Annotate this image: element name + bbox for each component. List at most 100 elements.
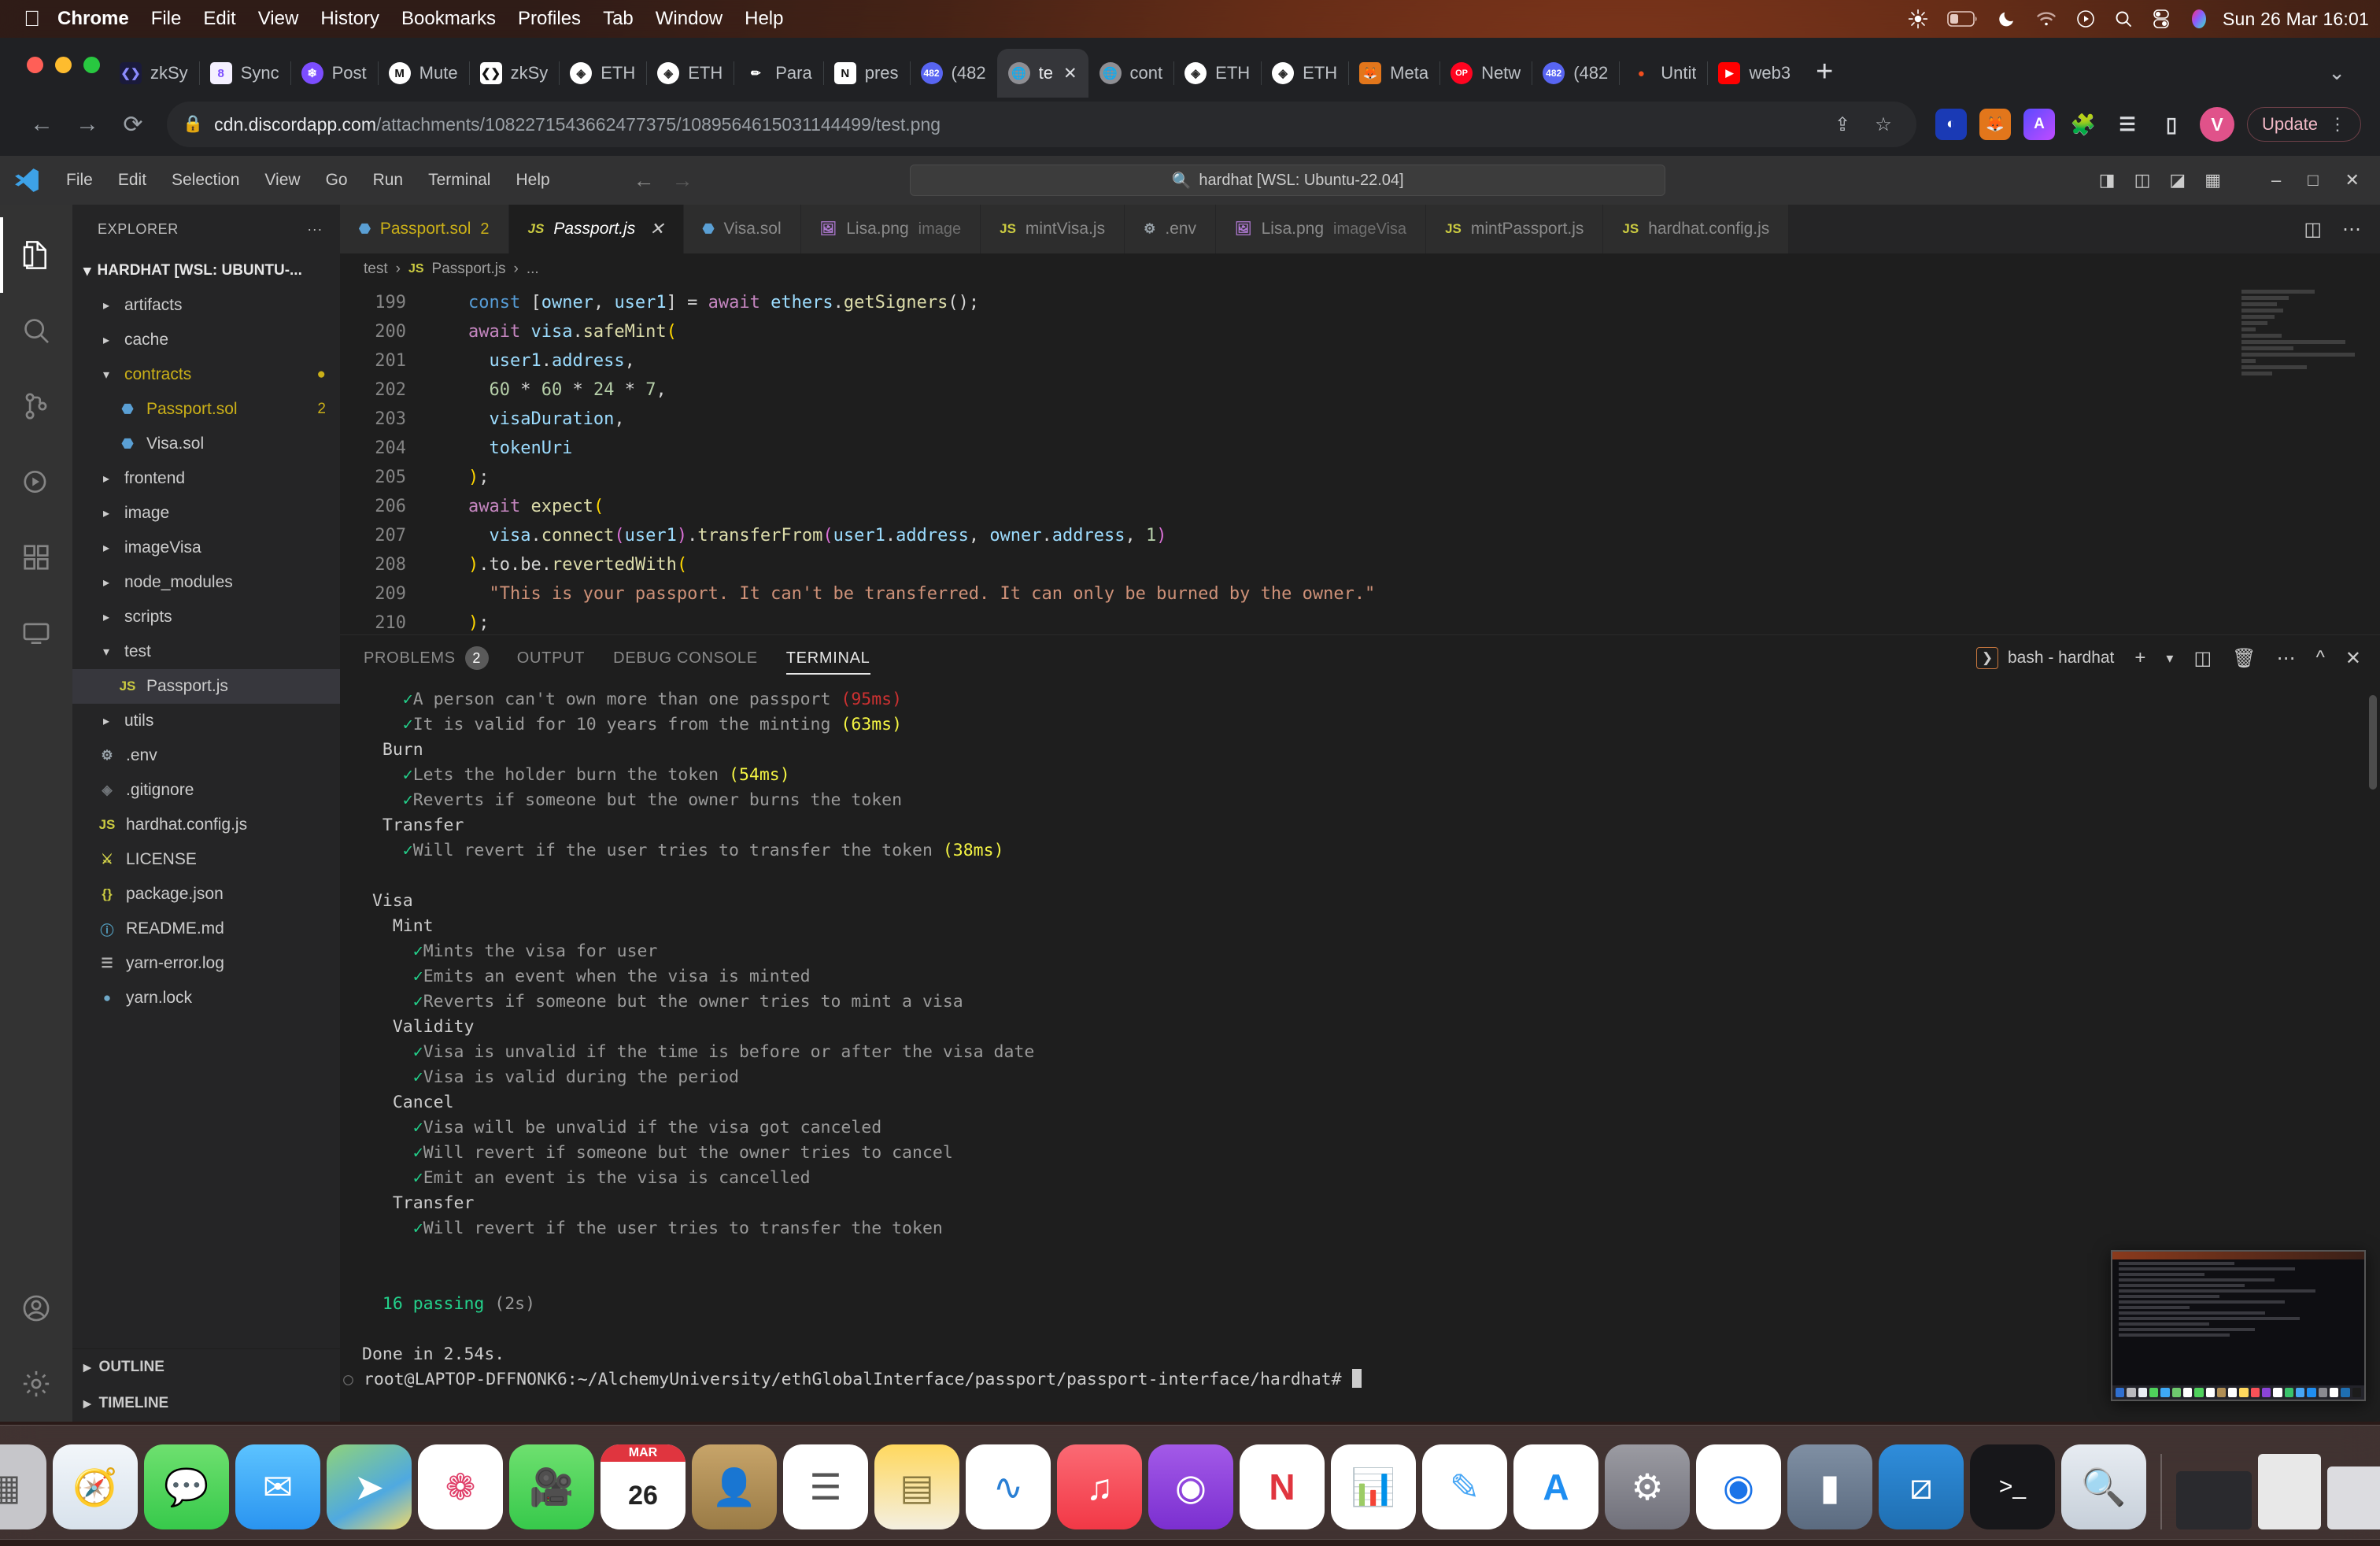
section-outline[interactable]: ▸ OUTLINE	[72, 1349, 340, 1385]
maximize-window-button[interactable]	[83, 57, 100, 73]
sidebar-item-accounts[interactable]	[0, 1270, 72, 1346]
chevron-right-icon[interactable]: ▸	[83, 1359, 91, 1377]
vs-menu-go[interactable]: Go	[313, 171, 360, 190]
dock-file-dark[interactable]	[2176, 1471, 2252, 1529]
bookmark-star-icon[interactable]: ☆	[1866, 107, 1901, 142]
breadcrumb-folder[interactable]: test	[364, 261, 388, 278]
chevron-right-icon[interactable]: ▸	[96, 540, 116, 556]
section-timeline[interactable]: ▸ TIMELINE	[72, 1385, 340, 1422]
tree-row-package-json[interactable]: {} package.json	[72, 877, 340, 912]
close-panel-icon[interactable]: ✕	[2345, 647, 2361, 670]
sidebar-item-settings[interactable]	[0, 1346, 72, 1422]
panel-tab-debug-console[interactable]: DEBUG CONSOLE	[613, 635, 758, 681]
chrome-menu-icon[interactable]: ⋮	[2329, 114, 2346, 135]
tree-row-passport-sol[interactable]: ⬣ Passport.sol 2	[72, 392, 340, 427]
tree-row-passport-js[interactable]: JS Passport.js	[72, 669, 340, 704]
browser-tab[interactable]: ◈ ETH	[1173, 49, 1261, 98]
chevron-right-icon[interactable]: ▸	[96, 471, 116, 486]
tree-row-hardhat-config[interactable]: JS hardhat.config.js	[72, 808, 340, 842]
dock-app-vscode[interactable]: ⧄	[1879, 1444, 1964, 1529]
code-editor[interactable]: 199 200 201 202 203 204 205 206 207 208 209 21…	[340, 285, 2380, 634]
more-actions-icon[interactable]: ⋯	[2342, 218, 2361, 241]
editor-tab-lisa-png-imagevisa[interactable]: 🖼 Lisa.png imageVisa	[1216, 205, 1427, 253]
tree-row-node-modules[interactable]: ▸ node_modules	[72, 565, 340, 600]
chevron-down-icon[interactable]: ▾	[96, 644, 116, 660]
dock-app-news[interactable]: N	[1240, 1444, 1325, 1529]
menu-bar-clock[interactable]: Sun 26 Mar 16:01	[2223, 9, 2369, 30]
dock-app-maps[interactable]: ➤	[327, 1444, 412, 1529]
vs-menu-terminal[interactable]: Terminal	[416, 171, 503, 190]
chevron-down-icon[interactable]: ▾	[96, 367, 116, 383]
menu-item-chrome[interactable]: Chrome	[57, 8, 129, 30]
dock-app-keynote[interactable]: ✎	[1422, 1444, 1507, 1529]
tree-row-frontend[interactable]: ▸ frontend	[72, 461, 340, 496]
editor-tab-lisa-png-image[interactable]: 🖼 Lisa.png image	[800, 205, 981, 253]
tree-row-artifacts[interactable]: ▸ artifacts	[72, 288, 340, 323]
chevron-right-icon[interactable]: ▸	[96, 609, 116, 625]
close-tab-button[interactable]: ✕	[1063, 64, 1077, 83]
browser-tab[interactable]: 482 (482	[909, 49, 997, 98]
command-center-search[interactable]: 🔍 hardhat [WSL: Ubuntu-22.04]	[910, 165, 1666, 196]
tree-row-license[interactable]: ⚔ LICENSE	[72, 842, 340, 877]
browser-tab[interactable]: ● Untit	[1619, 49, 1707, 98]
tree-row-scripts[interactable]: ▸ scripts	[72, 600, 340, 634]
tree-row-env[interactable]: ⚙ .env	[72, 738, 340, 773]
vs-menu-view[interactable]: View	[252, 171, 312, 190]
dock-app-notes[interactable]: ▤	[874, 1444, 959, 1529]
minimap[interactable]	[2241, 290, 2360, 634]
sidebar-item-run-and-debug[interactable]	[0, 444, 72, 520]
close-icon[interactable]: ✕	[2345, 170, 2360, 190]
tree-row-contracts[interactable]: ▾ contracts ●	[72, 357, 340, 392]
battery-icon[interactable]	[1947, 10, 1979, 28]
browser-tab[interactable]: ◈ ETH	[646, 49, 734, 98]
browser-tab[interactable]: 🦊 Meta	[1348, 49, 1439, 98]
forward-button[interactable]: →	[65, 102, 110, 147]
sidebar-item-remote-explorer[interactable]	[0, 595, 72, 671]
tree-row-yarn-error-log[interactable]: ☰ yarn-error.log	[72, 946, 340, 981]
workspace-root-row[interactable]: ▾ HARDHAT [WSL: UBUNTU-...	[72, 253, 340, 288]
dock-app-preview[interactable]: 🔍	[2061, 1444, 2146, 1529]
editor-tab-visa-sol[interactable]: ⬣ Visa.sol	[683, 205, 801, 253]
tree-row-image[interactable]: ▸ image	[72, 496, 340, 531]
moon-do-not-disturb-icon[interactable]	[1998, 9, 2016, 28]
chevron-right-icon[interactable]: ▸	[96, 505, 116, 521]
metamask-icon[interactable]: 🦊	[1979, 109, 2012, 140]
control-center-play-icon[interactable]	[2076, 9, 2095, 28]
new-tab-button[interactable]: +	[1816, 57, 1833, 87]
tree-row-gitignore[interactable]: ◈ .gitignore	[72, 773, 340, 808]
breadcrumb-file[interactable]: Passport.js	[432, 261, 506, 278]
browser-tab[interactable]: ❮❯ zkSy	[468, 49, 560, 98]
tree-row-yarn-lock[interactable]: ● yarn.lock	[72, 981, 340, 1015]
vs-menu-help[interactable]: Help	[503, 171, 562, 190]
dock-file-stack[interactable]	[2327, 1466, 2380, 1529]
dock-app-mail[interactable]: ✉	[235, 1444, 320, 1529]
menu-item-edit[interactable]: Edit	[203, 8, 235, 30]
browser-tab[interactable]: 🌐 cont	[1088, 49, 1174, 98]
puzzle-extensions-icon[interactable]: 🧩	[2068, 109, 2099, 140]
toggle-secondary-sidebar-icon[interactable]: ◪	[2169, 170, 2186, 190]
dock-app-reminders[interactable]: ☰	[783, 1444, 868, 1529]
chevron-right-icon[interactable]: ▸	[96, 713, 116, 729]
dock-app-podcasts[interactable]: ◉	[1148, 1444, 1233, 1529]
profile-avatar[interactable]: V	[2200, 107, 2235, 142]
dock-app-system-settings[interactable]: ⚙	[1605, 1444, 1690, 1529]
menu-item-bookmarks[interactable]: Bookmarks	[401, 8, 496, 30]
chevron-right-icon[interactable]: ▸	[96, 298, 116, 313]
wifi-icon[interactable]	[2035, 10, 2057, 28]
breadcrumb-symbol[interactable]: ...	[527, 261, 539, 278]
maximize-panel-icon[interactable]: ^	[2316, 647, 2325, 669]
address-bar[interactable]: 🔒 cdn.discordapp.com/attachments/1082271…	[167, 102, 1917, 147]
dock-file-light[interactable]	[2258, 1454, 2321, 1529]
reload-button[interactable]: ⟳	[110, 102, 156, 147]
sidebar-item-extensions[interactable]	[0, 520, 72, 595]
dock-app-photos[interactable]: ❁	[418, 1444, 503, 1529]
bluetooth-sun-icon[interactable]	[1908, 9, 1928, 29]
update-button[interactable]: Update ⋮	[2247, 107, 2361, 142]
browser-tab[interactable]: 482 (482	[1532, 49, 1619, 98]
menu-item-file[interactable]: File	[151, 8, 182, 30]
menu-item-tab[interactable]: Tab	[603, 8, 634, 30]
close-icon[interactable]: ✕	[649, 219, 663, 239]
dock-app-safari[interactable]: 🧭	[53, 1444, 138, 1529]
panel-tab-output[interactable]: OUTPUT	[517, 635, 585, 681]
menu-item-help[interactable]: Help	[745, 8, 783, 30]
